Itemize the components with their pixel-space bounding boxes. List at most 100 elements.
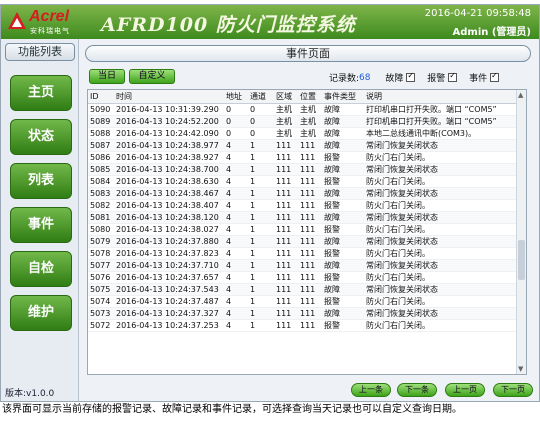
cell-description: 防火门右门关闭。	[364, 271, 516, 284]
table-row[interactable]: 5079 2016-04-13 10:24:37.880 4 1 111 111 故障 常闭门…	[88, 235, 516, 248]
cell-id: 5085	[88, 163, 114, 176]
table-row[interactable]: 5089 2016-04-13 10:24:52.200 0 0 主机 主机 故障 打印机串口…	[88, 115, 516, 128]
table-row[interactable]: 5078 2016-04-13 10:24:37.823 4 1 111 111 报警 防火门…	[88, 247, 516, 260]
table-body: 5090 2016-04-13 10:31:39.290 0 0 主机 主机 故障 打印机串口…	[88, 103, 516, 332]
cell-address: 4	[224, 199, 248, 212]
cell-channel: 1	[248, 211, 274, 224]
scroll-thumb[interactable]	[518, 240, 525, 280]
cell-time: 2016-04-13 10:24:37.657	[114, 271, 224, 284]
cell-id: 5079	[88, 235, 114, 248]
sidebar-item-home[interactable]: 主页	[10, 75, 72, 111]
current-user: Admin (管理员)	[452, 27, 532, 38]
cell-time: 2016-04-13 10:24:38.467	[114, 187, 224, 200]
cell-event-type: 故障	[322, 127, 364, 140]
cell-position: 主机	[298, 127, 322, 140]
cell-time: 2016-04-13 10:24:38.630	[114, 175, 224, 188]
col-header-description: 说明	[364, 90, 516, 104]
table-row[interactable]: 5084 2016-04-13 10:24:38.630 4 1 111 111 报警 防火门…	[88, 175, 516, 188]
cell-event-type: 故障	[322, 103, 364, 116]
next-record-button[interactable]: 下一条	[397, 383, 437, 397]
col-header-position: 位置	[298, 90, 322, 104]
sidebar-item-selftest[interactable]: 自检	[10, 251, 72, 287]
cell-id: 5072	[88, 319, 114, 332]
sidebar-item-maintenance[interactable]: 维护	[10, 295, 72, 331]
cell-time: 2016-04-13 10:24:38.700	[114, 163, 224, 176]
cell-channel: 1	[248, 259, 274, 272]
table-row[interactable]: 5075 2016-04-13 10:24:37.543 4 1 111 111 故障 常闭门…	[88, 283, 516, 296]
cell-id: 5090	[88, 103, 114, 116]
sidebar-item-events[interactable]: 事件	[10, 207, 72, 243]
cell-id: 5074	[88, 295, 114, 308]
cell-event-type: 故障	[322, 115, 364, 128]
cell-description: 常闭门恢复关闭状态	[364, 283, 516, 296]
caption-text: 该界面可显示当前存储的报警记录、故障记录和事件记录，可选择查询当天记录也可以自定…	[2, 404, 462, 415]
cell-description: 常闭门恢复关闭状态	[364, 163, 516, 176]
table-row[interactable]: 5080 2016-04-13 10:24:38.027 4 1 111 111 报警 防火门…	[88, 223, 516, 236]
cell-event-type: 故障	[322, 163, 364, 176]
cell-time: 2016-04-13 10:24:38.027	[114, 223, 224, 236]
datetime: 2016-04-21 09:58:48	[424, 8, 531, 19]
cell-position: 111	[298, 271, 322, 284]
table-row[interactable]: 5085 2016-04-13 10:24:38.700 4 1 111 111 故障 常闭门…	[88, 163, 516, 176]
prev-page-button[interactable]: 上一页	[445, 383, 485, 397]
table-row[interactable]: 5083 2016-04-13 10:24:38.467 4 1 111 111 故障 常闭门…	[88, 187, 516, 200]
cell-id: 5080	[88, 223, 114, 236]
filter-fault-checkbox[interactable]	[406, 71, 416, 82]
cell-id: 5077	[88, 259, 114, 272]
cell-address: 4	[224, 319, 248, 332]
logo-mark-icon	[8, 12, 26, 29]
today-button[interactable]: 当日	[89, 69, 125, 84]
cell-event-type: 故障	[322, 307, 364, 320]
cell-channel: 1	[248, 199, 274, 212]
cell-time: 2016-04-13 10:24:52.200	[114, 115, 224, 128]
cell-position: 111	[298, 163, 322, 176]
table-row[interactable]: 5077 2016-04-13 10:24:37.710 4 1 111 111 故障 常闭门…	[88, 259, 516, 272]
table-row[interactable]: 5088 2016-04-13 10:24:42.090 0 0 主机 主机 故障 本地二总线…	[88, 127, 516, 140]
table-row[interactable]: 5072 2016-04-13 10:24:37.253 4 1 111 111 报警 防火门…	[88, 319, 516, 332]
cell-area: 主机	[274, 127, 298, 140]
app-title: AFRD100 防火门监控系统	[101, 14, 356, 36]
cell-area: 主机	[274, 103, 298, 116]
sidebar-item-list[interactable]: 列表	[10, 163, 72, 199]
cell-area: 111	[274, 283, 298, 296]
cell-position: 111	[298, 223, 322, 236]
table-row[interactable]: 5087 2016-04-13 10:24:38.977 4 1 111 111 故障 常闭门…	[88, 139, 516, 152]
cell-position: 111	[298, 259, 322, 272]
col-header-address: 地址	[224, 90, 248, 104]
cell-id: 5081	[88, 211, 114, 224]
filter-alarm-checkbox[interactable]	[448, 71, 458, 82]
cell-description: 打印机串口打开失败。端口 “COM5”	[364, 103, 516, 116]
cell-event-type: 报警	[322, 175, 364, 188]
cell-time: 2016-04-13 10:24:37.710	[114, 259, 224, 272]
acrel-logo: Acrel 安科瑞电气	[5, 8, 79, 36]
version-label: 版本:v1.0.0	[5, 389, 55, 399]
scroll-up-icon[interactable]: ▲	[518, 91, 523, 99]
cell-description: 防火门右门关闭。	[364, 175, 516, 188]
cell-area: 111	[274, 307, 298, 320]
table-row[interactable]: 5073 2016-04-13 10:24:37.327 4 1 111 111 故障 常闭门…	[88, 307, 516, 320]
table-header-row: ID 时间 地址 通道 区域 位置 事件类型 说明	[88, 90, 516, 104]
custom-date-button[interactable]: 自定义	[129, 69, 175, 84]
cell-description: 本地二总线通讯中断(COM3)。	[364, 127, 516, 140]
table-row[interactable]: 5086 2016-04-13 10:24:38.927 4 1 111 111 报警 防火门…	[88, 151, 516, 164]
col-header-time: 时间	[114, 90, 224, 104]
cell-event-type: 报警	[322, 295, 364, 308]
table-row[interactable]: 5074 2016-04-13 10:24:37.487 4 1 111 111 报警 防火门…	[88, 295, 516, 308]
cell-position: 111	[298, 199, 322, 212]
table-row[interactable]: 5076 2016-04-13 10:24:37.657 4 1 111 111 报警 防火门…	[88, 271, 516, 284]
filter-alarm-label: 报警	[427, 74, 446, 84]
table-row[interactable]: 5081 2016-04-13 10:24:38.120 4 1 111 111 故障 常闭门…	[88, 211, 516, 224]
table-scrollbar[interactable]: ▲ ▼	[516, 90, 526, 374]
table-row[interactable]: 5090 2016-04-13 10:31:39.290 0 0 主机 主机 故障 打印机串口…	[88, 103, 516, 116]
app-window: Acrel 安科瑞电气 AFRD100 防火门监控系统 2016-04-21 0…	[0, 4, 540, 402]
scroll-down-icon[interactable]: ▼	[518, 365, 523, 373]
cell-area: 111	[274, 199, 298, 212]
table-row[interactable]: 5082 2016-04-13 10:24:38.407 4 1 111 111 报警 防火门…	[88, 199, 516, 212]
sidebar-item-status[interactable]: 状态	[10, 119, 72, 155]
prev-record-button[interactable]: 上一条	[351, 383, 391, 397]
filter-event-checkbox[interactable]	[490, 71, 500, 82]
cell-area: 111	[274, 151, 298, 164]
cell-position: 111	[298, 319, 322, 332]
filter-bar: 记录数:68 故障 报警 事件	[329, 71, 500, 84]
next-page-button[interactable]: 下一页	[493, 383, 533, 397]
